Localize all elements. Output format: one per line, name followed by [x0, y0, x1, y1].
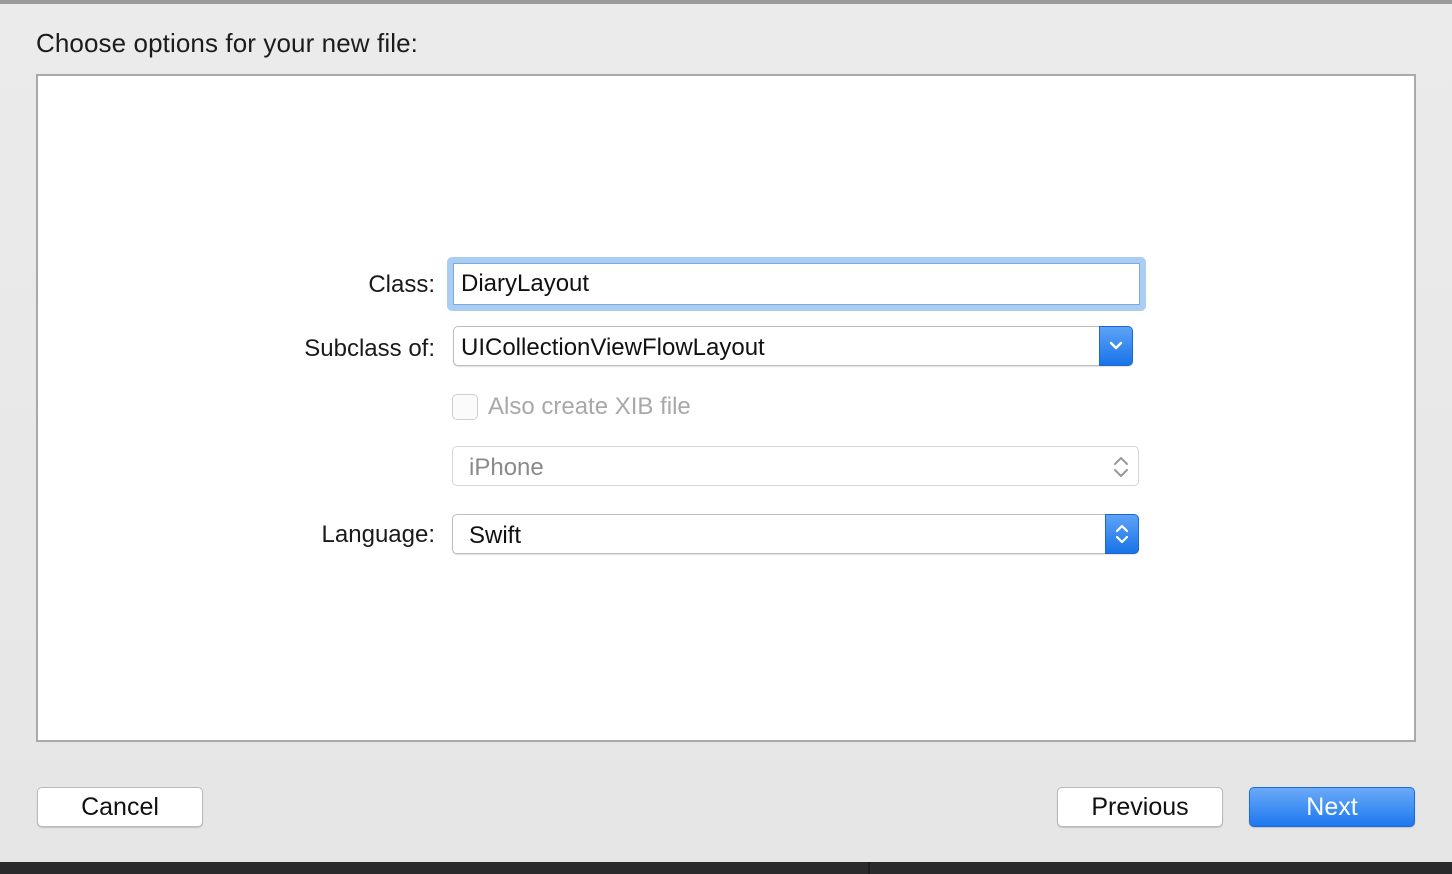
device-popup[interactable]: iPhone: [452, 446, 1139, 486]
subclass-combo-box[interactable]: UICollectionViewFlowLayout: [453, 326, 1133, 366]
up-down-chevron-icon: [1114, 457, 1128, 477]
subclass-dropdown-button[interactable]: [1099, 326, 1133, 366]
new-file-options-sheet: Choose options for your new file: Class:…: [0, 0, 1452, 862]
options-panel: [36, 74, 1416, 742]
class-name-input[interactable]: DiaryLayout: [453, 263, 1140, 305]
language-popup[interactable]: Swift: [452, 514, 1139, 554]
bottom-bar-divider: [868, 862, 870, 874]
language-value: Swift: [469, 522, 522, 549]
subclass-label: Subclass of:: [304, 335, 435, 362]
next-button[interactable]: Next: [1249, 787, 1415, 827]
chevron-down-icon: [1109, 341, 1123, 350]
cancel-button[interactable]: Cancel: [37, 787, 203, 827]
class-label: Class:: [368, 271, 435, 298]
device-value: iPhone: [469, 454, 544, 481]
previous-button[interactable]: Previous: [1057, 787, 1223, 827]
xib-checkbox-label: Also create XIB file: [488, 393, 691, 420]
up-down-chevron-icon: [1115, 524, 1129, 544]
sheet-title: Choose options for your new file:: [36, 28, 418, 58]
window-bottom-edge: [0, 862, 1452, 874]
subclass-value: UICollectionViewFlowLayout: [461, 334, 765, 361]
language-label: Language:: [321, 521, 435, 548]
language-stepper-button[interactable]: [1105, 514, 1139, 554]
xib-checkbox[interactable]: [452, 394, 478, 420]
